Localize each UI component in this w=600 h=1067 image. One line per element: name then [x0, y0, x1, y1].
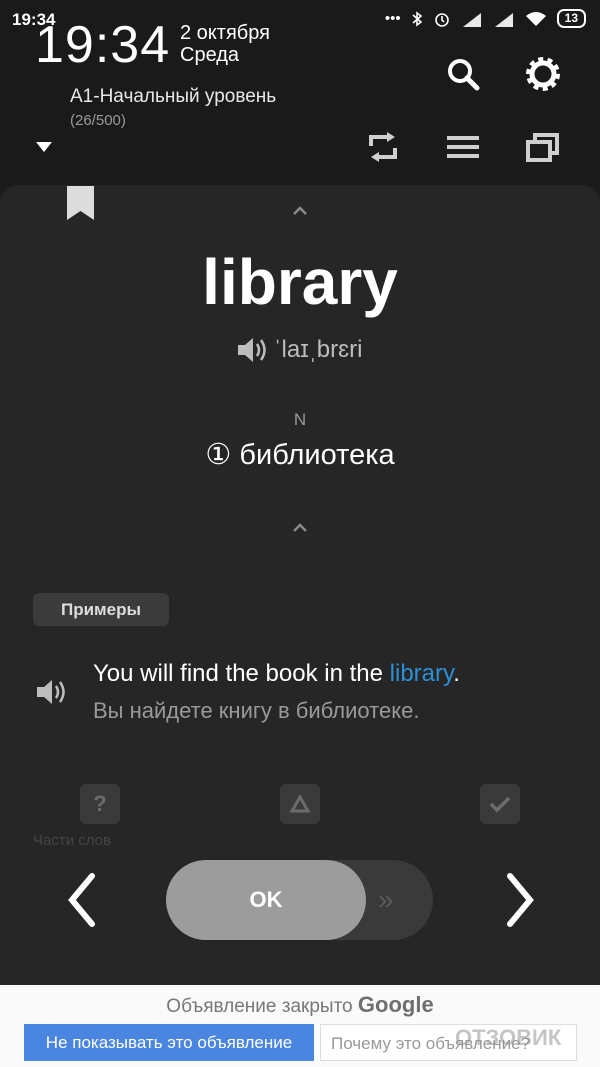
bluetooth-icon	[412, 10, 422, 27]
clock: 19:34	[35, 16, 171, 74]
example-english: You will find the book in the library.	[93, 660, 460, 687]
cards-button[interactable]	[521, 125, 565, 169]
caret-down-icon	[36, 142, 52, 152]
search-button[interactable]	[441, 52, 485, 96]
repeat-button[interactable]	[361, 125, 405, 169]
search-icon	[448, 59, 480, 91]
date: 2 октября Среда	[180, 22, 270, 66]
date-day: 2 октября	[180, 22, 270, 44]
level-title[interactable]: A1-Начальный уровень	[70, 86, 276, 108]
prev-arrow-icon[interactable]	[62, 870, 102, 930]
help-icon: ?	[93, 791, 107, 816]
check-icon	[489, 796, 511, 813]
dots-icon: •••	[384, 10, 401, 27]
menu-button[interactable]	[441, 125, 485, 169]
wifi-icon	[525, 11, 546, 26]
google-logo: Google	[357, 992, 434, 1017]
signal-icon	[462, 12, 481, 27]
word-parts-button[interactable]: ?	[80, 784, 120, 824]
gear-icon	[526, 57, 560, 91]
part-of-speech: N	[293, 410, 307, 429]
translation: ① библиотека	[205, 439, 395, 471]
status-icons: ••• 13	[385, 9, 586, 28]
ad-closed-title: Объявление закрыто Google	[166, 992, 434, 1017]
skip-forward-icon: »	[378, 884, 394, 915]
triangle-button[interactable]	[280, 784, 320, 824]
alarm-icon	[434, 12, 449, 27]
chevron-up-icon[interactable]	[0, 200, 600, 221]
cards-stack-icon	[526, 133, 559, 162]
level-progress-count: (26/500)	[70, 112, 126, 129]
pronunciation: ˈlaɪˌbrɛri	[0, 336, 600, 364]
card-word: library	[202, 246, 398, 318]
date-weekday: Среда	[180, 44, 240, 66]
pronunciation-text: ˈlaɪˌbrɛri	[273, 336, 363, 363]
watermark: ОТЗОВИК	[455, 1025, 562, 1050]
chevron-up-icon[interactable]	[0, 517, 600, 538]
speaker-icon[interactable]	[37, 678, 69, 706]
battery-indicator: 13	[556, 9, 586, 28]
example-russian: Вы найдете книгу в библиотеке.	[93, 698, 420, 723]
ok-button[interactable]: OK	[166, 860, 366, 940]
examples-label: Примеры	[33, 593, 169, 626]
level-dropdown-toggle[interactable]	[35, 140, 53, 158]
next-arrow-icon[interactable]	[500, 870, 540, 930]
settings-button[interactable]	[521, 52, 565, 96]
menu-icon	[447, 136, 479, 158]
signal-icon	[494, 12, 513, 27]
hide-ad-button[interactable]: Не показывать это объявление	[24, 1024, 314, 1061]
speaker-icon[interactable]	[237, 337, 268, 363]
triangle-icon	[290, 795, 310, 813]
word-parts-label: Части слов	[33, 832, 111, 849]
example-highlight-word[interactable]: library	[390, 660, 454, 687]
repeat-icon	[369, 132, 397, 162]
known-button[interactable]	[480, 784, 520, 824]
